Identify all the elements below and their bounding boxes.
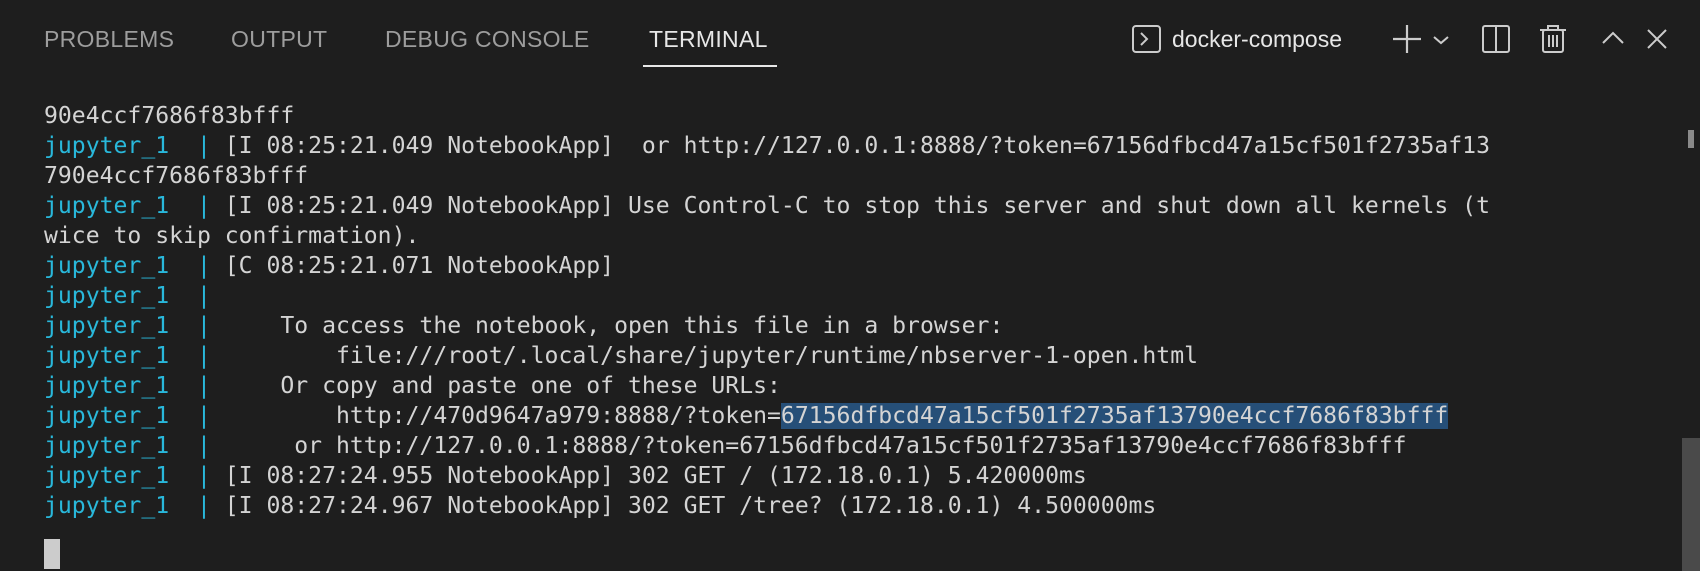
- terminal-line: jupyter_1 | or http://127.0.0.1:8888/?to…: [44, 433, 1407, 459]
- terminal-line: jupyter_1 | To access the notebook, open…: [44, 313, 1004, 339]
- terminal-line: jupyter_1 | [I 08:27:24.967 NotebookApp]…: [44, 493, 1157, 519]
- terminal-line: wice to skip confirmation).: [44, 223, 420, 249]
- chevron-down-icon[interactable]: [1430, 22, 1452, 56]
- terminal-line: jupyter_1 | [I 08:25:21.049 NotebookApp]…: [44, 133, 1490, 159]
- terminal-line: jupyter_1 | file:///root/.local/share/ju…: [44, 343, 1199, 369]
- terminal-output[interactable]: 90e4ccf7686f83bfff jupyter_1 | [I 08:25:…: [0, 78, 1660, 571]
- tab-problems[interactable]: PROBLEMS: [44, 24, 174, 54]
- trash-icon[interactable]: [1536, 22, 1570, 56]
- selected-token: 67156dfbcd47a15cf501f2735af13790e4ccf768…: [780, 403, 1449, 429]
- terminal-line: jupyter_1 | [I 08:27:24.955 NotebookApp]…: [44, 463, 1087, 489]
- tab-terminal[interactable]: TERMINAL: [649, 24, 768, 54]
- terminal-cursor: [44, 539, 60, 569]
- panel-tab-bar: PROBLEMS OUTPUT DEBUG CONSOLE TERMINAL d…: [0, 0, 1700, 78]
- tab-output[interactable]: OUTPUT: [231, 24, 327, 54]
- plus-icon[interactable]: [1390, 22, 1424, 56]
- terminal-icon[interactable]: [1130, 22, 1164, 56]
- terminal-line: jupyter_1 |: [44, 283, 211, 309]
- close-icon[interactable]: [1640, 22, 1674, 56]
- scrollbar-marker: [1688, 130, 1694, 148]
- active-tab-indicator: [643, 65, 777, 67]
- terminal-line: jupyter_1 | [I 08:25:21.049 NotebookApp]…: [44, 193, 1490, 219]
- split-icon[interactable]: [1479, 22, 1513, 56]
- terminal-line: jupyter_1 | http://470d9647a979:8888/?to…: [44, 403, 1449, 429]
- terminal-line: jupyter_1 | [C 08:25:21.071 NotebookApp]: [44, 253, 615, 279]
- scrollbar-thumb[interactable]: [1682, 438, 1700, 571]
- terminal-line: jupyter_1 | Or copy and paste one of the…: [44, 373, 781, 399]
- terminal-scrollbar[interactable]: [1680, 78, 1700, 571]
- terminal-line: 790e4ccf7686f83bfff: [44, 163, 309, 189]
- chevron-up-icon[interactable]: [1596, 22, 1630, 56]
- terminal-line: 90e4ccf7686f83bfff: [44, 103, 295, 129]
- terminal-name-dropdown[interactable]: docker-compose: [1172, 24, 1342, 54]
- tab-debug-console[interactable]: DEBUG CONSOLE: [385, 24, 590, 54]
